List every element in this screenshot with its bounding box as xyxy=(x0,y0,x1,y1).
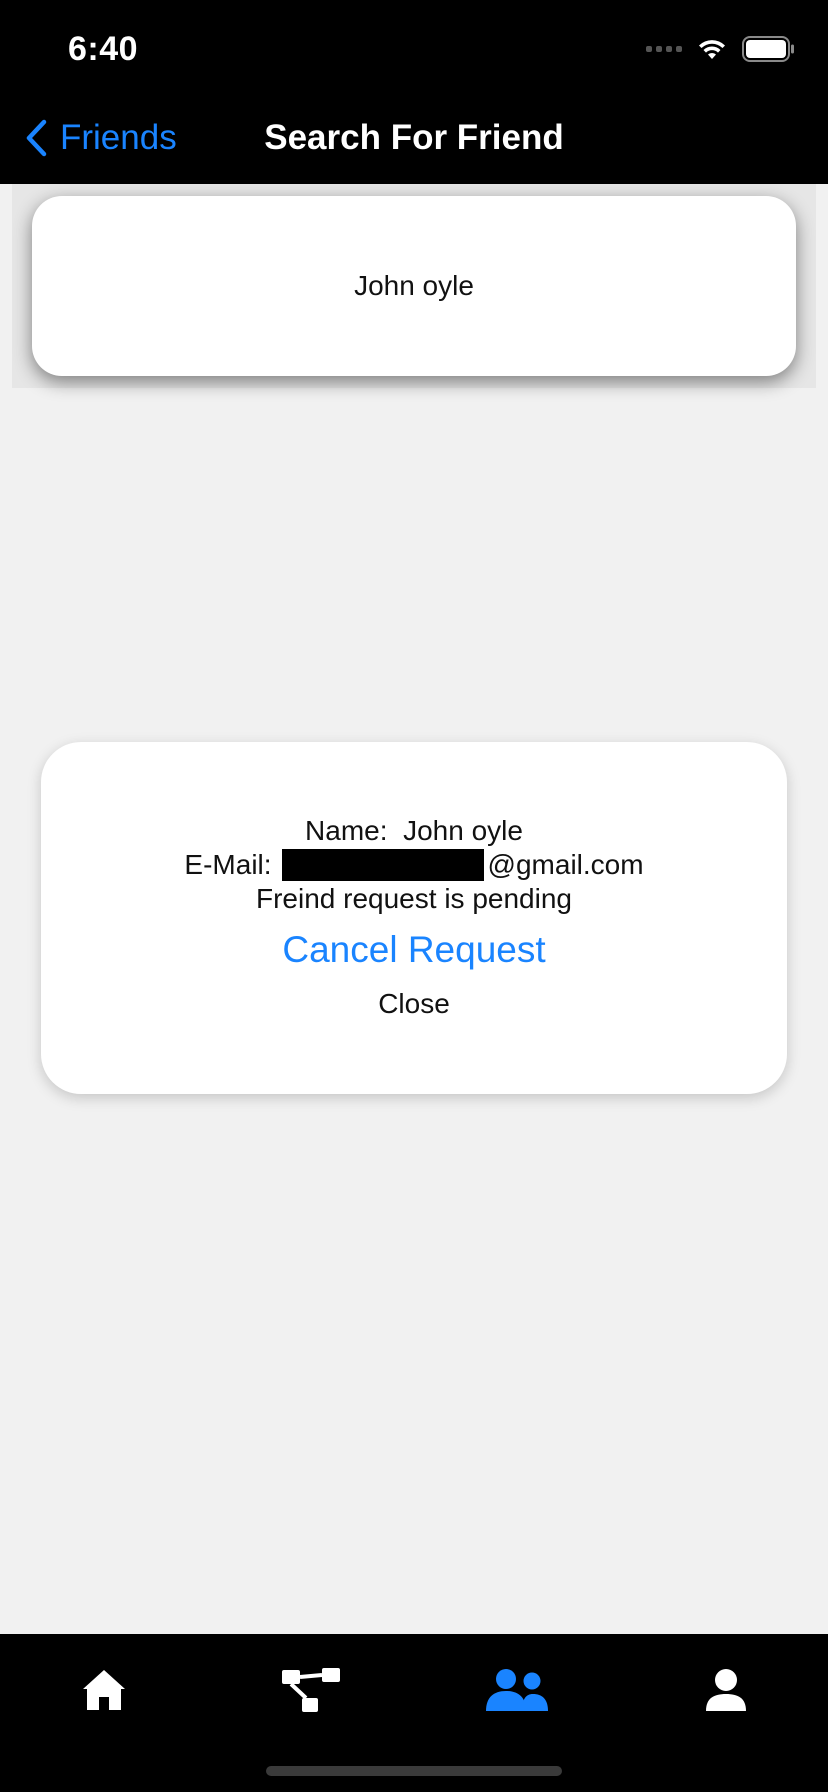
close-button[interactable]: Close xyxy=(41,988,787,1020)
name-label: Name: xyxy=(305,815,388,846)
redacted-block xyxy=(281,849,484,881)
email-label: E-Mail: xyxy=(184,849,272,880)
home-icon xyxy=(83,1670,125,1710)
tab-profile[interactable] xyxy=(686,1658,766,1722)
name-row: Name: John oyle xyxy=(41,814,787,848)
profile-icon xyxy=(706,1669,746,1711)
search-result-card[interactable]: John oyle xyxy=(32,196,796,376)
email-row: E-Mail: @gmail.com xyxy=(41,848,787,882)
cancel-request-button[interactable]: Cancel Request xyxy=(41,928,787,972)
tab-friends[interactable] xyxy=(478,1658,558,1722)
tab-hierarchy[interactable] xyxy=(271,1658,351,1722)
wifi-icon xyxy=(699,40,725,59)
status-indicators xyxy=(646,36,796,62)
screen: 6:40 Friends Search For Friend John oyle… xyxy=(0,0,828,1792)
page-title: Search For Friend xyxy=(264,118,564,157)
email-domain: @gmail.com xyxy=(487,849,644,880)
friends-icon xyxy=(486,1669,548,1711)
friend-details-modal: Name: John oyle E-Mail: @gmail.com Frein… xyxy=(41,742,787,1094)
top-bar: 6:40 Friends Search For Friend xyxy=(0,0,828,184)
cellular-signal-icon xyxy=(646,46,682,52)
search-result-name: John oyle xyxy=(354,270,474,301)
name-value: John oyle xyxy=(403,815,523,846)
battery-icon xyxy=(742,36,794,62)
hierarchy-icon xyxy=(282,1668,340,1712)
home-indicator[interactable] xyxy=(266,1766,562,1776)
status-time: 6:40 xyxy=(68,30,139,68)
tab-home[interactable] xyxy=(64,1658,144,1722)
request-status-text: Freind request is pending xyxy=(256,883,572,914)
